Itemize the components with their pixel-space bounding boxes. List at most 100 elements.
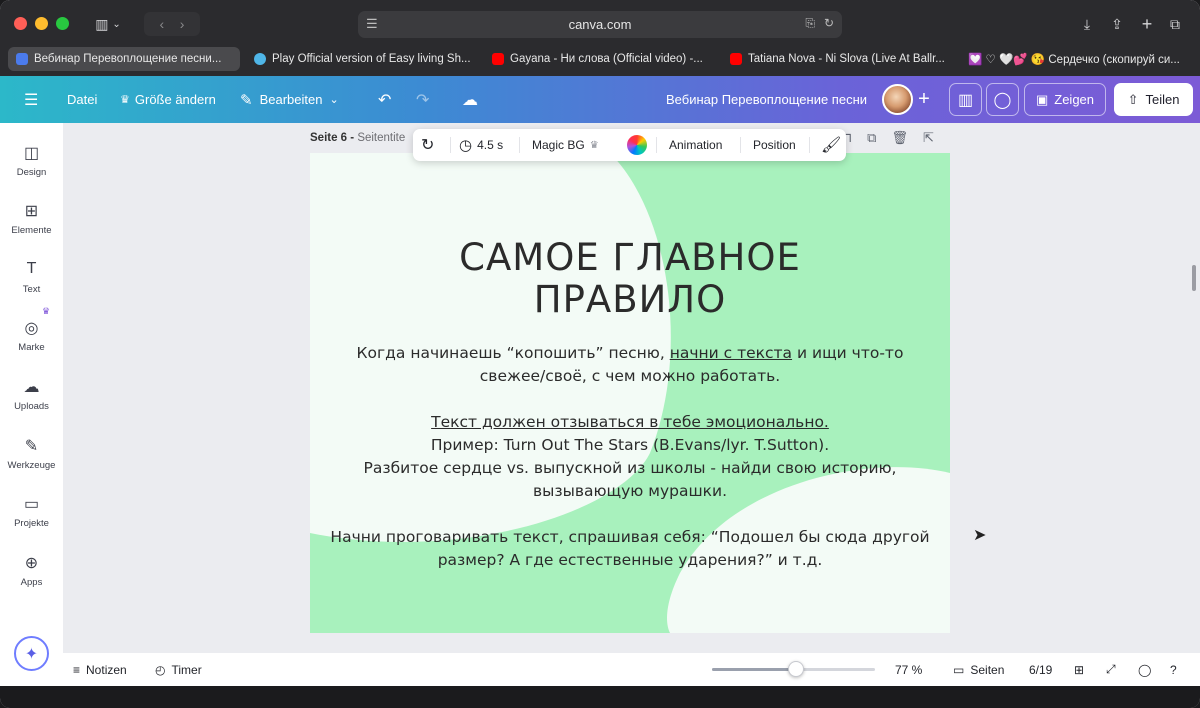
maximize-window-button[interactable] — [56, 17, 69, 30]
scrollbar-thumb[interactable] — [1192, 265, 1196, 291]
comment-icon: ◯ — [993, 91, 1012, 109]
upload-icon: ⇧ — [1127, 91, 1139, 107]
sidebar-item-label: Projekte — [14, 518, 49, 529]
slide-title-line: САМОЕ ГЛАВНОЕ — [459, 236, 801, 279]
page-number-label: Seite 6 - — [310, 132, 358, 144]
tab-overview-icon[interactable]: ⧉ — [1164, 12, 1186, 36]
check-icon[interactable]: ◯ — [1138, 653, 1151, 686]
sidebar-item-label: Apps — [20, 577, 43, 588]
slide-canvas[interactable]: САМОЕ ГЛАВНОЕ ПРАВИЛО Когда начинаешь “к… — [310, 153, 950, 633]
timer-icon: ◴ — [155, 662, 166, 677]
animation-button[interactable]: Animation — [669, 129, 722, 161]
slide-title[interactable]: САМОЕ ГЛАВНОЕ ПРАВИЛО — [310, 237, 950, 321]
cloud-check-icon: ☁ — [462, 91, 478, 109]
new-tab-icon[interactable]: + — [1136, 12, 1158, 36]
left-sidebar: ◫ Design ⊞ Elemente T Text ◎ Marke ♛ ☁ U… — [0, 123, 63, 686]
file-menu-button[interactable]: Datei — [67, 76, 97, 123]
share-button[interactable]: ⇧ Teilen — [1114, 83, 1193, 116]
brand-icon: ◎ — [24, 320, 39, 337]
browser-tab[interactable]: Gayana - Ни слова (Official video) -... — [484, 47, 716, 71]
pages-button[interactable]: ▭ Seiten — [953, 653, 1004, 686]
zoom-level[interactable]: 77 % — [895, 653, 922, 686]
underlined-text: начни с текста — [669, 344, 793, 362]
page-counter[interactable]: 6/19 — [1029, 653, 1052, 686]
tab-label: Gayana - Ни слова (Official video) -... — [510, 53, 703, 65]
page-label[interactable]: Seite 6 - Seitentite — [310, 132, 405, 144]
browser-tab[interactable]: Tatiana Nova - Ni Slova (Live At Ballr..… — [722, 47, 954, 71]
sidebar-item-text[interactable]: T Text — [0, 260, 63, 295]
fullscreen-icon[interactable]: ⤢ — [1106, 653, 1116, 686]
sidebar-item-elements[interactable]: ⊞ Elemente — [0, 201, 63, 236]
timer-button[interactable]: ◴ Timer — [155, 653, 202, 686]
paint-roller-icon[interactable]: 🖌 — [821, 129, 841, 161]
duration-button[interactable]: ◷ 4.5 s — [459, 129, 503, 161]
position-label: Position — [753, 138, 796, 152]
reload-icon[interactable]: ↻ — [824, 16, 834, 31]
present-button[interactable]: ▣ Zeigen — [1024, 83, 1106, 116]
magic-assistant-button[interactable]: ✦ — [14, 636, 49, 671]
menu-button[interactable]: ☰ — [24, 76, 38, 123]
add-page-icon[interactable]: ⇱ — [923, 130, 934, 146]
translate-icon[interactable]: ⎘ — [805, 16, 815, 31]
browser-tab[interactable]: Вебинар Перевоплощение песни... — [8, 47, 240, 71]
sidebar-item-projects[interactable]: ▭ Projekte — [0, 494, 63, 529]
page-title-placeholder[interactable]: Seitentite — [357, 132, 405, 144]
minimize-window-button[interactable] — [35, 17, 48, 30]
magic-bg-button[interactable]: Magic BG ♛ — [532, 129, 599, 161]
edit-label: Bearbeiten — [259, 92, 323, 107]
undo-button[interactable]: ↶ — [378, 76, 391, 123]
paragraph-text: Когда начинаешь “копошить” песню, — [356, 344, 670, 362]
duplicate-page-icon[interactable]: ⧉ — [867, 130, 876, 146]
save-status-button[interactable]: ☁ — [462, 76, 478, 123]
upload-cloud-icon: ☁ — [23, 379, 40, 396]
delete-page-icon[interactable]: 🗑 — [891, 130, 908, 146]
pages-icon: ▭ — [953, 662, 965, 677]
comments-button[interactable]: ◯ — [986, 83, 1019, 116]
sparkle-icon: ✦ — [24, 645, 39, 663]
sidebar-item-uploads[interactable]: ☁ Uploads — [0, 377, 63, 412]
sidebar-item-brand[interactable]: ◎ Marke ♛ — [0, 306, 63, 353]
document-title[interactable]: Вебинар Перевоплощение песни — [666, 76, 867, 123]
browser-tab[interactable]: Play Official version of Easy living Sh.… — [246, 47, 478, 71]
sidebar-item-tools[interactable]: ✎ Werkzeuge — [0, 436, 63, 471]
color-picker-button[interactable] — [627, 129, 647, 161]
resize-button[interactable]: ♛ Größe ändern — [120, 76, 216, 123]
browser-tab[interactable]: 💟 ♡ 🤍💕 😘 Сердечко (скопируй си... — [960, 47, 1192, 71]
avatar[interactable] — [882, 84, 913, 115]
tab-label: 💟 ♡ 🤍💕 😘 Сердечко (скопируй си... — [968, 54, 1180, 66]
slide-paragraph-2[interactable]: Текст должен отзываться в тебе эмоционал… — [330, 411, 930, 503]
refresh-icon[interactable]: ↻ — [421, 129, 434, 161]
paragraph-text: Пример: Turn Out The Stars (B.Evans/lyr.… — [430, 436, 830, 454]
invite-icon[interactable]: + — [913, 84, 935, 115]
vertical-scrollbar[interactable] — [1188, 123, 1200, 653]
forward-icon[interactable]: › — [180, 16, 185, 32]
page-actions: ⊓ ⧉ 🗑 ⇱ — [842, 130, 934, 146]
page-menu-icon[interactable]: ☰ — [366, 16, 378, 32]
insights-button[interactable]: ▥ — [949, 83, 982, 116]
slide-paragraph-1[interactable]: Когда начинаешь “копошить” песню, начни … — [330, 342, 930, 388]
position-button[interactable]: Position — [753, 129, 796, 161]
browser-chrome: ▥ ⌄ ‹ › ☰ canva.com ⎘ ↻ ⤓ ⇪ + ⧉ Вебинар … — [0, 0, 1200, 76]
grid-view-icon[interactable]: ⊞ — [1074, 653, 1084, 686]
page-counter-text: 6/19 — [1029, 662, 1053, 677]
zoom-slider-knob[interactable] — [788, 661, 804, 677]
sidebar-item-apps[interactable]: ⊕ Apps — [0, 553, 63, 588]
close-window-button[interactable] — [14, 17, 27, 30]
help-icon[interactable]: ? — [1170, 653, 1177, 686]
youtube-icon — [730, 53, 742, 65]
redo-button[interactable]: ↷ — [416, 76, 429, 123]
back-icon[interactable]: ‹ — [160, 16, 165, 32]
color-wheel-icon — [627, 135, 647, 155]
edit-button[interactable]: ✎ Bearbeiten ⌄ — [240, 76, 339, 123]
sidebar-item-label: Marke — [18, 342, 45, 353]
animation-label: Animation — [669, 138, 723, 152]
sidebar-item-design[interactable]: ◫ Design — [0, 143, 63, 178]
sidebar-toggle-button[interactable]: ▥ ⌄ — [84, 12, 132, 36]
share-page-icon[interactable]: ⇪ — [1106, 12, 1128, 36]
address-bar[interactable]: ☰ canva.com ⎘ ↻ — [358, 11, 842, 38]
slide-paragraph-3[interactable]: Начни проговаривать текст, спрашивая себ… — [330, 526, 930, 572]
downloads-icon[interactable]: ⤓ — [1076, 12, 1098, 36]
notes-button[interactable]: ≡ Notizen — [73, 653, 127, 686]
timer-label: Timer — [171, 662, 202, 677]
duration-label: 4.5 s — [477, 138, 504, 152]
